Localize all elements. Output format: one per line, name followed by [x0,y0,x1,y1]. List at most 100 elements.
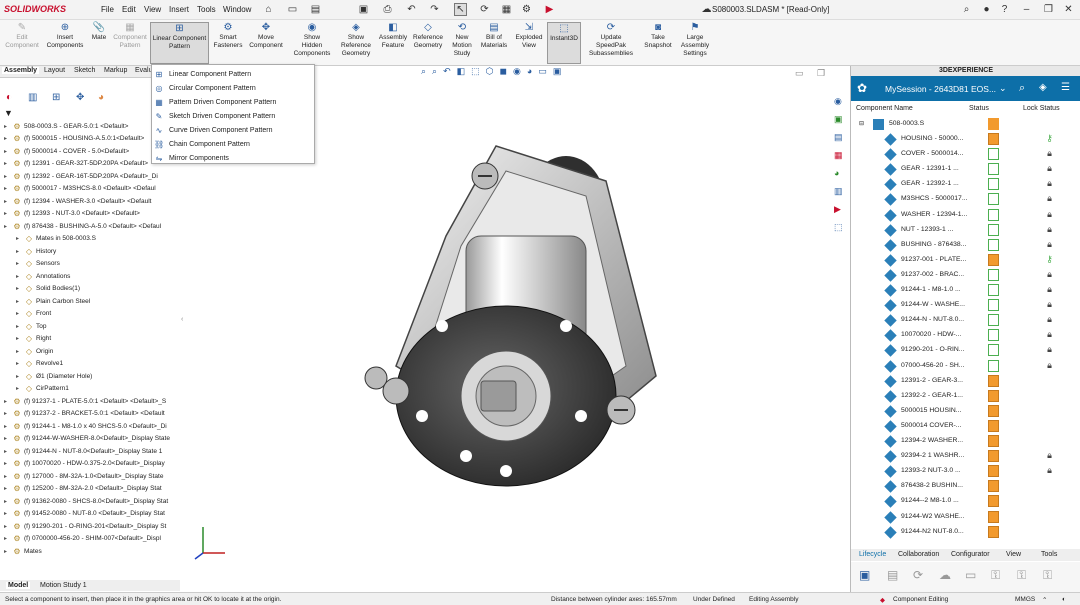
resources-icon[interactable]: ⬚ [834,222,843,233]
home-icon[interactable]: ⌂ [262,3,275,16]
tree-item[interactable]: ▸ ⚙ (f) 91290-201 - O-RING-201<Default>_Di… [4,520,166,532]
assembly-feature-button[interactable]: ◧ Assembly Feature [376,22,410,50]
tree-item[interactable]: ▸ ◇ Front [16,308,51,320]
property-manager-icon[interactable]: ▥ [28,92,37,103]
expand-icon[interactable]: ▸ [4,510,12,517]
tab-collaboration[interactable]: Collaboration [898,551,939,558]
session-dropdown-icon[interactable]: ⌄ [999,83,1007,94]
edit-appearance-icon[interactable]: ◕ [527,66,532,80]
search-icon[interactable]: ⌕ [1019,82,1025,95]
file-properties-icon[interactable]: ▦ [500,3,513,16]
component-row[interactable]: 876438-2 BUSHIN... [851,479,1080,494]
open-folder-icon[interactable]: ▤ [309,3,322,16]
expand-icon[interactable]: ▸ [16,273,24,280]
component-row[interactable]: GEAR - 12392-1 ... 🔒︎ [851,177,1080,192]
dropdown-item[interactable]: ⇋ Mirror Components [154,152,312,165]
expand-icon[interactable]: ▸ [16,285,24,292]
expand-icon[interactable]: ▸ [4,160,12,167]
dropdown-item[interactable]: ◎ Circular Component Pattern [154,82,312,95]
expand-icon[interactable]: ▸ [4,185,12,192]
lock-icon[interactable]: 🔒︎ [1044,239,1055,251]
linear-component-pattern-button[interactable]: ⊞ Linear Component Pattern [150,22,209,64]
tab-lifecycle[interactable]: Lifecycle [859,551,886,558]
tree-item[interactable]: ▸ ⚙ Mates [4,545,42,557]
display-manager-icon[interactable]: ◕ [98,92,104,103]
tree-item[interactable]: ▸ ⚙ (f) 12393 - NUT-3.0 <Default> <Default… [4,208,140,220]
window-tile-icon[interactable]: ❐ [817,68,825,79]
tree-item[interactable]: ▸ ⚙ (f) 91452-0080 - NUT-8.0 <Default>_Dis… [4,508,165,520]
component-row[interactable]: 5000015 HOUSIN... [851,404,1080,419]
tree-item[interactable]: ▸ ⚙ (f) 91362-0080 - SHCS-8.0<Default>_Dis… [4,495,168,507]
expand-icon[interactable]: ▸ [16,235,24,242]
collapse-icon[interactable]: ⊟ [859,120,864,127]
pin-icon[interactable]: ▶ [543,3,556,16]
component-row[interactable]: 07000-456-20 - SH... 🔒︎ [851,359,1080,374]
lock-icon[interactable]: 🔒︎ [1044,193,1055,205]
reference-geometry-button[interactable]: ◇ Reference Geometry [410,22,446,50]
expand-icon[interactable]: ▸ [4,210,12,217]
component-row[interactable]: GEAR - 12391-1 ... 🔒︎ [851,162,1080,177]
tab-model[interactable]: Model [6,582,31,589]
tree-item[interactable]: ▸ ⚙ (f) 91237-1 - PLATE-5.0:1 <Default> <D… [4,395,166,407]
assembly-model[interactable] [356,126,676,526]
tree-item[interactable]: ▸ ⚙ (f) 125200 - 8M-32A-2.0 <Default>_Disp… [4,483,162,495]
tree-item[interactable]: ▸ ⚙ (f) 12394 - WASHER-3.0 <Default> <Defa… [4,195,151,207]
tree-item[interactable]: ▸ ⚙ (f) 5000017 - M3SHCS-8.0 <Default> <De… [4,183,156,195]
tree-item[interactable]: ▸ ⚙ (f) 91244-N - NUT-8.0<Default>_Display… [4,445,162,457]
previous-view-icon[interactable]: ↶ [443,66,451,80]
take-snapshot-button[interactable]: ◙ Take Snapshot [640,22,676,50]
tree-item[interactable]: ▸ ⚙ (f) 5000015 - HOUSING-A.5.0:1<Default> [4,133,144,145]
lock-icon[interactable]: 🔒︎ [1044,163,1055,175]
component-row[interactable]: 12392-2 - GEAR-1... [851,389,1080,404]
component-row[interactable]: 12391-2 - GEAR-3... [851,374,1080,389]
expand-icon[interactable]: ▸ [4,423,12,430]
3dexperience-icon[interactable]: ◉ [834,96,842,107]
zoom-fit-icon[interactable]: ⌕ [421,66,426,80]
tree-item[interactable]: ▸ ⚙ (f) 91244-1 - M8-1.0 x 40 SHCS-5.0 <De… [4,420,167,432]
expand-icon[interactable]: ▸ [4,498,12,505]
component-row[interactable]: BUSHING - 876438... 🔒︎ [851,238,1080,253]
dimxpert-icon[interactable]: ✥ [76,92,84,103]
select-arrow-icon[interactable]: ↖ [454,3,467,16]
expand-icon[interactable]: ▸ [4,135,12,142]
lock-icon[interactable]: 🔒︎ [1044,209,1055,221]
configuration-manager-icon[interactable]: ⊞ [52,92,60,103]
expand-icon[interactable]: ▸ [16,385,24,392]
status-units[interactable]: MMGS [1015,596,1035,603]
expand-icon[interactable]: ▸ [4,173,12,180]
reserve-icon[interactable]: ⚿ [991,568,1000,583]
component-row[interactable]: 91244-W2 WASHE... [851,510,1080,525]
rebuild-icon[interactable]: ⟳ [478,3,491,16]
tab-layout[interactable]: Layout [42,67,67,74]
tab-markup[interactable]: Markup [102,67,129,74]
dropdown-item[interactable]: ∿ Curve Driven Component Pattern [154,124,312,137]
search-icon[interactable]: ⌕ [960,3,973,16]
component-row[interactable]: 91244-N2 NUT-8.0... [851,525,1080,540]
tab-configurator[interactable]: Configurator [951,551,990,558]
tree-item[interactable]: ▸ ◇ Sensors [16,258,60,270]
duplicate-icon[interactable]: ▭ [965,568,976,582]
minimize-icon[interactable]: – [1020,3,1033,16]
mate-button[interactable]: 📎 Mate [88,22,110,42]
feature-manager-icon[interactable]: ◐ [6,92,12,103]
dynamic-annotation-icon[interactable]: ⬚ [471,66,480,80]
expand-icon[interactable]: ▸ [4,148,12,155]
menu-window[interactable]: Window [223,5,251,14]
file-explorer-icon[interactable]: ▤ [834,132,843,143]
tag-icon[interactable]: ◈ [1039,82,1047,93]
hide-show-items-icon[interactable]: ◉ [513,66,521,80]
show-hidden-components-button[interactable]: ◉ Show Hidden Components [290,22,334,58]
expand-icon[interactable]: ▸ [4,485,12,492]
component-row[interactable]: 91290-201 - O-RIN... 🔒︎ [851,343,1080,358]
tree-item[interactable]: ▸ ⚙ (f) 10070020 - HDW-0.375-2.0<Default>_… [4,458,165,470]
save-icon[interactable]: ▣ [357,3,370,16]
expand-icon[interactable]: ▸ [4,523,12,530]
col-component-name[interactable]: Component Name [856,105,913,112]
tree-item[interactable]: ▸ ◇ Mates in 508-0003.S [16,233,96,245]
show-reference-geometry-button[interactable]: ◈ Show Reference Geometry [336,22,376,58]
lock-icon[interactable]: 🔒︎ [1044,178,1055,190]
component-row[interactable]: M3SHCS - 5000017... 🔒︎ [851,192,1080,207]
tree-item[interactable]: ▸ ◇ Top [16,320,46,332]
new-document-icon[interactable]: ▭ [286,3,299,16]
col-lock-status[interactable]: Lock Status [1023,105,1060,112]
